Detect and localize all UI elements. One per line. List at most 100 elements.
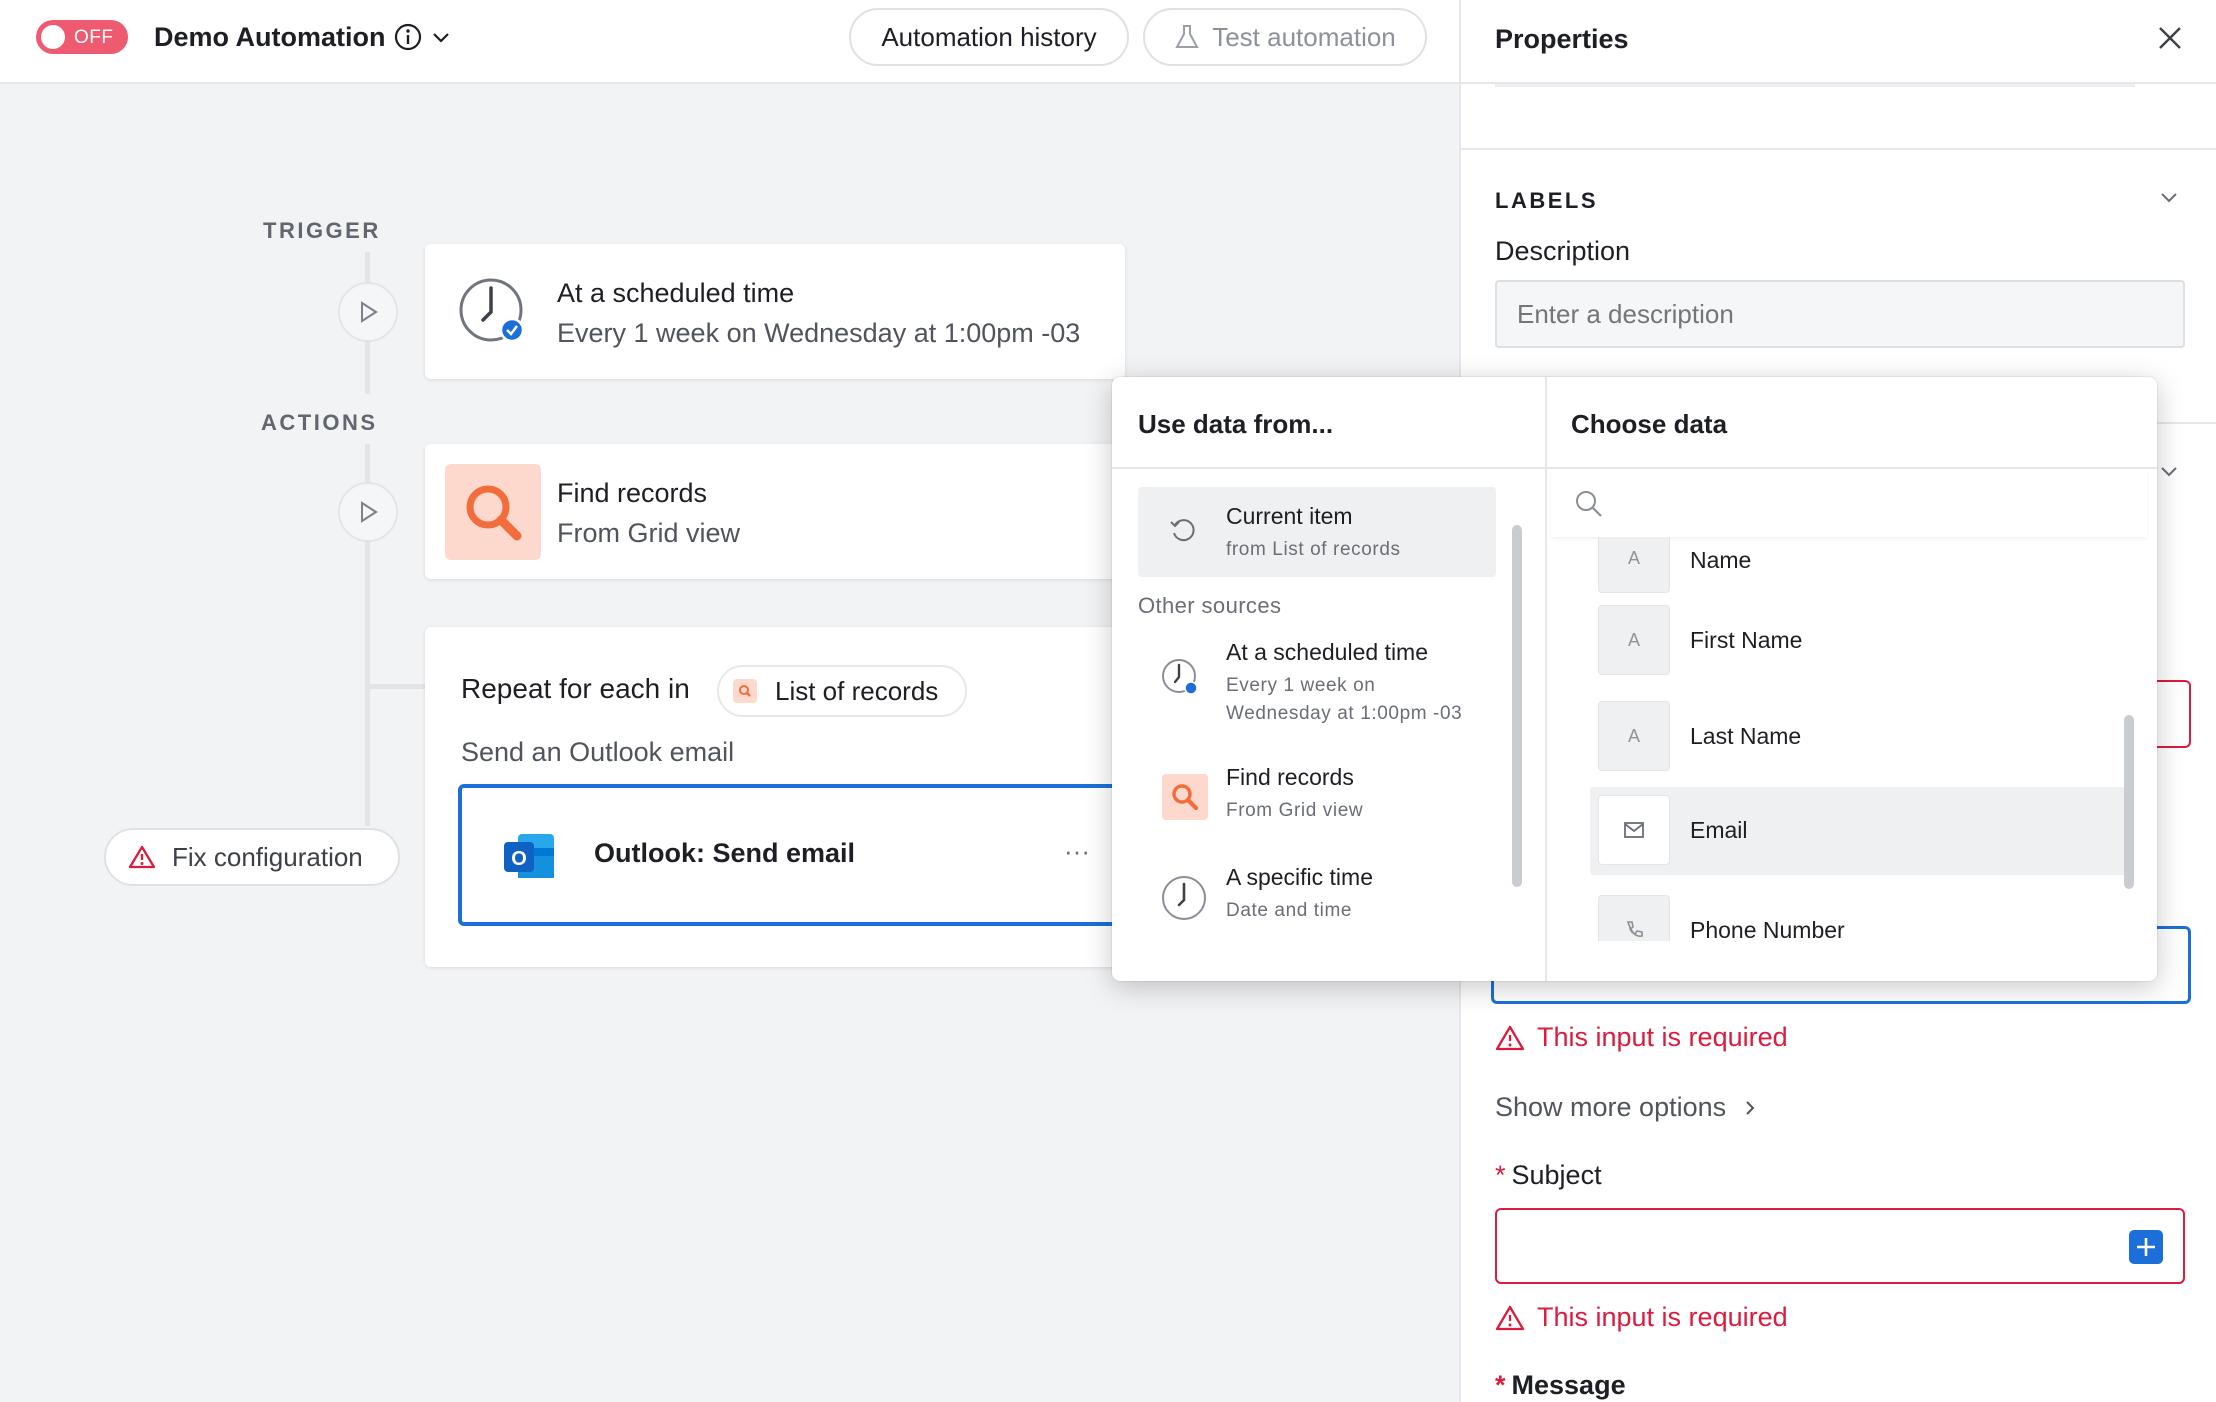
automation-toggle[interactable]: OFF [36,20,128,54]
warning-icon [1495,1305,1525,1330]
connector-line [365,684,427,689]
field-item[interactable]: A Name [1547,537,2115,597]
error-text: This input is required [1537,1022,1788,1052]
other-sources-label: Other sources [1138,593,1282,618]
toggle-knob [41,25,65,49]
subject-label-text: Subject [1511,1160,1602,1190]
labels-section-header[interactable]: LABELS [1495,188,1598,214]
clock-icon [1162,876,1206,920]
scrollbar-thumb[interactable] [1512,525,1522,887]
history-icon [1170,519,1195,542]
trigger-title: At a scheduled time [557,278,795,308]
outlook-send-email-card[interactable]: O Outlook: Send email ··· [458,784,1158,926]
trigger-section-label: TRIGGER [263,218,381,243]
chevron-down-icon[interactable] [2157,186,2181,210]
field-name: Last Name [1690,723,1802,749]
repeat-prefix: Repeat for each in [461,673,690,704]
outlook-send-email-title: Outlook: Send email [594,838,856,868]
play-icon [361,301,378,323]
source-subtitle: from List of records [1226,539,1401,560]
trigger-subtitle: Every 1 week on Wednesday at 1:00pm -03 [557,318,1081,348]
repeat-description: Send an Outlook email [461,737,735,767]
list-fade [1547,941,2115,981]
field-name: Phone Number [1690,917,1845,943]
flask-icon [1175,25,1199,48]
more-options-icon[interactable]: ··· [1064,836,1090,867]
find-records-icon [1162,774,1208,820]
field-list: A Name A First Name A Last Name Email Ph… [1547,537,2157,981]
chevron-right-icon [1746,1100,1755,1115]
find-records-icon [733,679,757,703]
source-specific-time[interactable]: A specific time Date and time [1138,862,1496,932]
source-title: Current item [1226,503,1353,529]
chevron-down-icon[interactable] [2157,460,2181,484]
repeat-source-label: List of records [775,675,939,706]
divider [1461,148,2216,150]
required-mark: * [1495,1160,1506,1190]
fix-configuration-label: Fix configuration [172,841,363,872]
message-label: * Message [1495,1370,1626,1401]
fix-configuration-button[interactable]: Fix configuration [104,828,400,886]
clock-icon [457,274,533,350]
field-name: Email [1690,817,1748,843]
source-subtitle: From Grid view [1226,800,1364,821]
email-icon [1598,795,1670,865]
field-item-email[interactable]: Email [1590,787,2130,875]
text-icon: A [1598,701,1670,771]
source-title: Find records [1226,764,1354,790]
test-automation-button[interactable]: Test automation [1143,8,1427,66]
source-find-records[interactable]: Find records From Grid view [1138,762,1496,832]
field-item[interactable]: A Last Name [1547,701,2115,771]
source-current-item[interactable]: Current item from List of records [1138,487,1496,577]
find-records-card[interactable]: Find records From Grid view [425,444,1145,579]
field-name: First Name [1690,627,1803,653]
test-automation-label: Test automation [1212,21,1396,52]
subject-label: * Subject [1495,1160,1602,1191]
chevron-down-icon[interactable] [429,26,453,50]
top-bar: OFF Demo Automation Automation history T… [0,0,1459,84]
field-item[interactable]: A First Name [1547,605,2115,675]
automation-history-button[interactable]: Automation history [849,8,1129,66]
outlook-icon: O [500,826,560,886]
error-message: This input is required [1495,1022,1788,1053]
message-label-text: Message [1511,1370,1626,1400]
find-records-icon [445,464,541,560]
search-icon [1576,491,1602,517]
text-icon: A [1598,605,1670,675]
panel-title: Properties [1495,24,1629,54]
field-search-bar[interactable] [1552,469,2147,537]
plus-icon [2137,1238,2155,1256]
use-data-from-title: Use data from... [1138,409,1334,439]
description-input[interactable] [1495,280,2185,348]
trigger-card[interactable]: At a scheduled time Every 1 week on Wedn… [425,244,1125,379]
toggle-label: OFF [74,27,114,48]
warning-icon [128,845,156,869]
divider [1495,84,2135,87]
subject-input[interactable] [1495,1208,2185,1284]
scrollbar-thumb[interactable] [2124,715,2134,889]
show-more-options-label: Show more options [1495,1092,1727,1122]
text-icon: A [1598,537,1670,593]
source-title: At a scheduled time [1226,639,1429,665]
source-subtitle: Every 1 week on [1226,675,1376,696]
run-trigger-button[interactable] [338,282,398,342]
run-action-button[interactable] [338,482,398,542]
automation-history-label: Automation history [881,21,1097,52]
actions-section-label: ACTIONS [261,410,378,435]
error-message: This input is required [1495,1302,1788,1333]
repeat-source-pill[interactable]: List of records [717,665,967,717]
data-picker-popover: Use data from... Choose data Current ite… [1112,377,2157,981]
close-icon[interactable] [2156,24,2184,52]
show-more-options-link[interactable]: Show more options [1495,1092,1760,1123]
insert-data-button[interactable] [2129,1230,2163,1264]
play-icon [361,501,378,523]
automation-title: Demo Automation [154,22,386,52]
description-label: Description [1495,236,1631,266]
info-icon[interactable] [393,22,423,52]
error-text: This input is required [1537,1302,1788,1332]
source-scheduled-time[interactable]: At a scheduled time Every 1 week on Wedn… [1138,635,1496,735]
svg-text:O: O [511,848,527,870]
field-name: Name [1690,547,1752,573]
choose-data-title: Choose data [1571,409,1728,439]
find-records-subtitle: From Grid view [557,518,741,548]
